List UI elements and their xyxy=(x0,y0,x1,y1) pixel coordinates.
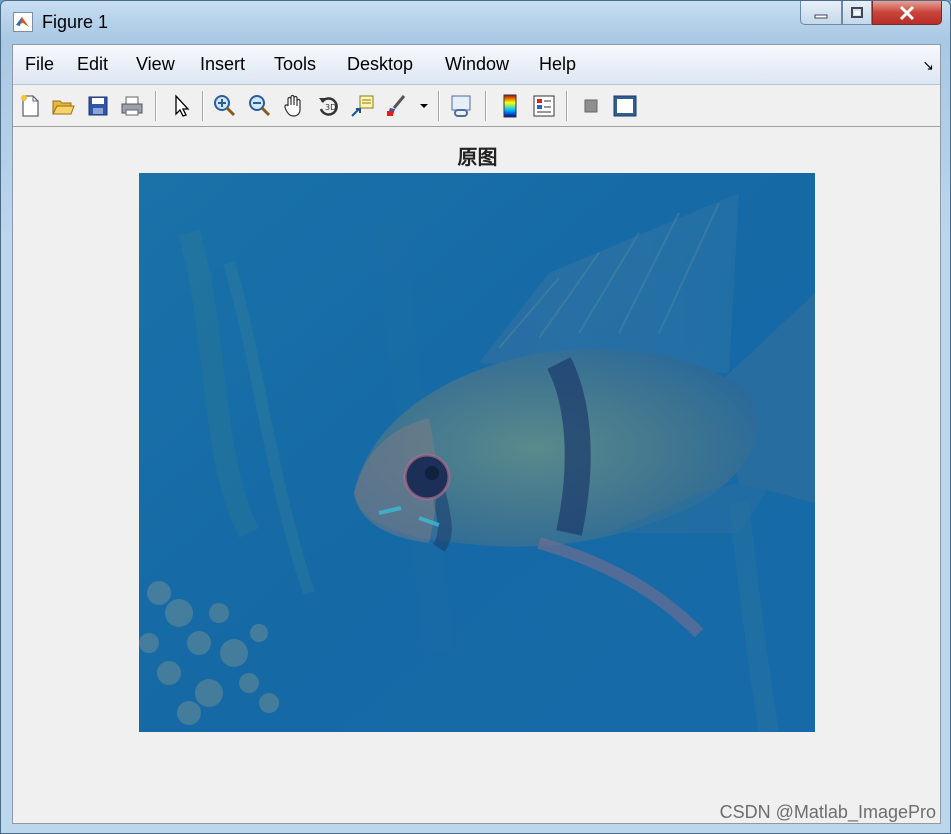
toolbar-separator xyxy=(566,91,567,121)
svg-text:3D: 3D xyxy=(325,103,336,112)
menu-desktop[interactable]: Desktop xyxy=(347,54,413,75)
close-button[interactable] xyxy=(872,1,942,25)
close-icon xyxy=(899,5,915,20)
toolbar-separator xyxy=(202,91,203,121)
restore-icon xyxy=(851,6,863,18)
fish-image xyxy=(139,173,815,732)
window-title: Figure 1 xyxy=(42,12,109,32)
save-icon[interactable] xyxy=(85,93,111,119)
menu-edit[interactable]: Edit xyxy=(77,54,108,75)
menu-tools[interactable]: Tools xyxy=(274,54,316,75)
figure-window: Figure 1 File Edit View Insert Tools Des… xyxy=(0,0,951,834)
figure-client-area: File Edit View Insert Tools Desktop Wind… xyxy=(12,44,941,824)
menu-help[interactable]: Help xyxy=(539,54,576,75)
watermark-text: CSDN @Matlab_ImagePro xyxy=(719,802,936,822)
figure-title: 原图 xyxy=(457,145,498,169)
menu-bar: File Edit View Insert Tools Desktop Wind… xyxy=(13,45,940,85)
dock-arrow-icon[interactable]: ↘ xyxy=(922,57,934,74)
menu-insert[interactable]: Insert xyxy=(200,54,245,75)
pointer-icon[interactable] xyxy=(168,93,194,119)
show-plot-tools-icon[interactable] xyxy=(612,93,638,119)
zoom-out-icon[interactable] xyxy=(247,93,273,119)
data-cursor-icon[interactable] xyxy=(350,93,376,119)
colorbar-icon[interactable] xyxy=(497,93,523,119)
toolbar-separator xyxy=(485,91,486,121)
brush-icon[interactable] xyxy=(384,93,410,119)
open-file-icon[interactable] xyxy=(50,93,76,119)
print-icon[interactable] xyxy=(119,93,145,119)
menu-file[interactable]: File xyxy=(25,54,54,75)
window-controls xyxy=(800,1,942,29)
figure-toolbar: 3D xyxy=(13,85,940,127)
rotate-3d-icon[interactable]: 3D xyxy=(316,93,342,119)
restore-button[interactable] xyxy=(842,1,872,25)
toolbar-separator xyxy=(438,91,439,121)
menu-view[interactable]: View xyxy=(136,54,175,75)
zoom-in-icon[interactable] xyxy=(212,93,238,119)
pan-hand-icon[interactable] xyxy=(281,93,307,119)
toolbar-separator xyxy=(155,91,156,121)
link-plot-icon[interactable] xyxy=(449,93,475,119)
legend-icon[interactable] xyxy=(531,93,557,119)
chevron-down-icon[interactable] xyxy=(417,93,431,119)
matlab-logo-icon xyxy=(13,12,33,32)
minimize-icon xyxy=(814,14,828,18)
title-bar[interactable]: Figure 1 xyxy=(1,1,950,43)
menu-window[interactable]: Window xyxy=(445,54,509,75)
image-axes[interactable] xyxy=(139,173,815,732)
minimize-button[interactable] xyxy=(800,1,842,25)
hide-plot-tools-icon[interactable] xyxy=(578,93,604,119)
new-figure-icon[interactable] xyxy=(17,93,43,119)
